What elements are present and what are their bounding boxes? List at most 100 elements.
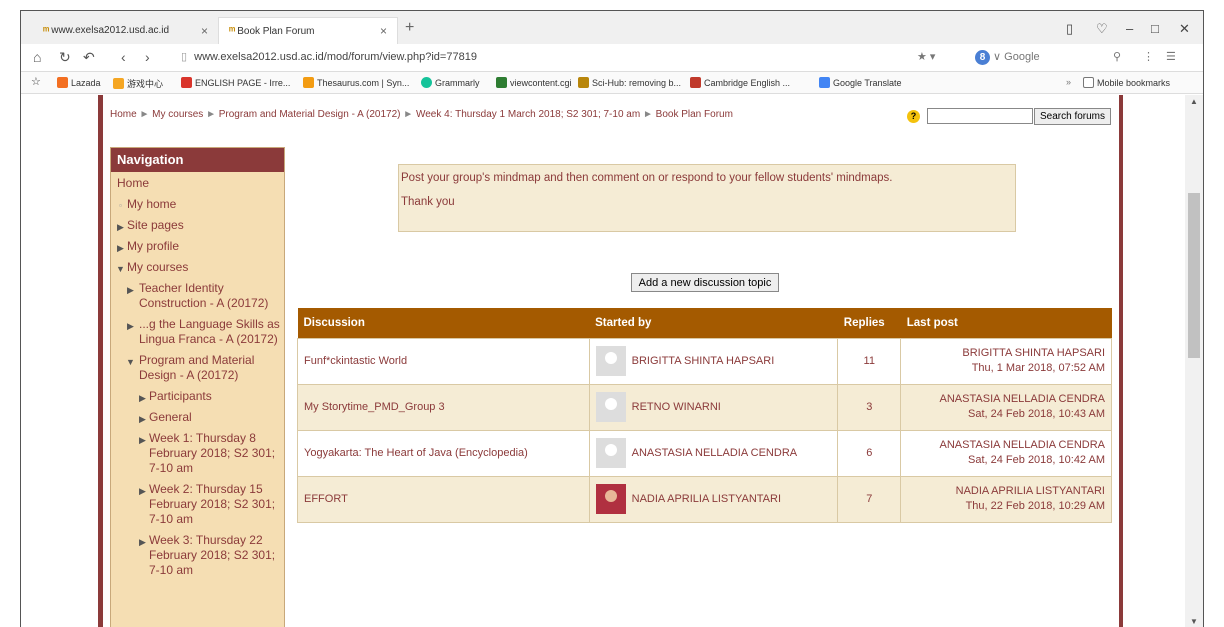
expand-icon: ▶: [139, 537, 146, 547]
started-by-cell: ANASTASIA NELLADIA CENDRA: [588, 429, 839, 477]
avatar[interactable]: [595, 392, 626, 422]
minimize-icon[interactable]: –: [1126, 21, 1133, 36]
url-field[interactable]: ▯ www.exelsa2012.usd.ac.id/mod/forum/vie…: [181, 50, 477, 63]
nav-home[interactable]: Home: [111, 176, 284, 191]
nav-participants[interactable]: ▶ Participants: [111, 389, 284, 404]
nav-course-language-skills[interactable]: ▶ ...g the Language Skills as Lingua Fran…: [111, 317, 284, 347]
search-forums-input[interactable]: [927, 108, 1033, 124]
breadcrumb-course[interactable]: Program and Material Design - A (20172): [219, 109, 401, 120]
shield-icon[interactable]: ♡: [1096, 21, 1108, 37]
mobile-bookmarks[interactable]: Mobile bookmarks: [1083, 77, 1170, 88]
bookmark-thesaurus[interactable]: Thesaurus.com | Syn...: [303, 77, 409, 88]
tab-exelsa[interactable]: ᵐ www.exelsa2012.usd.ac.id ×: [33, 17, 218, 44]
help-icon[interactable]: ?: [907, 110, 920, 123]
refresh-icon[interactable]: ↻: [59, 49, 71, 66]
bookmark-google-translate[interactable]: Google Translate: [819, 77, 902, 88]
author-link[interactable]: RETNO WINARNI: [632, 401, 721, 413]
hamburger-icon[interactable]: ☰: [1166, 50, 1176, 63]
last-post-date[interactable]: Thu, 22 Feb 2018, 10:29 AM: [907, 499, 1105, 514]
nav-week-3[interactable]: ▶ Week 3: Thursday 22 February 2018; S2 3…: [111, 533, 284, 578]
nav-week-label: Week 1: Thursday 8 February 2018; S2 301…: [149, 431, 276, 475]
breadcrumb-my-courses[interactable]: My courses: [152, 109, 203, 120]
scroll-down-icon[interactable]: ▼: [1190, 617, 1198, 626]
avatar[interactable]: [595, 346, 626, 376]
avatar[interactable]: [595, 484, 626, 514]
header-discussion[interactable]: Discussion: [297, 308, 590, 338]
star-icon[interactable]: ★ ▾: [917, 50, 935, 63]
last-post-date[interactable]: Sat, 24 Feb 2018, 10:43 AM: [907, 407, 1105, 422]
bookmark-label: Sci-Hub: removing b...: [592, 77, 682, 88]
close-icon[interactable]: ×: [380, 24, 387, 38]
last-post-date[interactable]: Sat, 24 Feb 2018, 10:42 AM: [907, 453, 1105, 468]
author-link[interactable]: ANASTASIA NELLADIA CENDRA: [632, 447, 797, 459]
discussion-link[interactable]: My Storytime_PMD_Group 3: [297, 383, 590, 431]
breadcrumb-home[interactable]: Home: [110, 109, 137, 120]
discussion-link[interactable]: Funf*ckintastic World: [297, 337, 590, 385]
replies-link[interactable]: 7: [837, 475, 902, 523]
last-post-author[interactable]: ANASTASIA NELLADIA CENDRA: [907, 438, 1105, 453]
add-discussion-button[interactable]: Add a new discussion topic: [631, 273, 779, 292]
scrollbar-thumb[interactable]: [1188, 193, 1200, 358]
nav-course-teacher-identity[interactable]: ▶ Teacher Identity Construction - A (2017…: [111, 281, 284, 311]
tab-bar: ᵐ www.exelsa2012.usd.ac.id × ᵐ Book Plan…: [21, 11, 1203, 44]
header-replies[interactable]: Replies: [837, 308, 901, 338]
bookmark-viewcontent[interactable]: viewcontent.cgi: [496, 77, 572, 88]
nav-general[interactable]: ▶ General: [111, 410, 284, 425]
vertical-scrollbar[interactable]: ▲ ▼: [1185, 95, 1203, 627]
search-forums-button[interactable]: Search forums: [1034, 108, 1111, 125]
discussion-link[interactable]: EFFORT: [297, 475, 590, 523]
bookmark-star-icon[interactable]: ☆: [31, 75, 41, 88]
home-icon[interactable]: ⌂: [33, 49, 41, 65]
back-icon[interactable]: ‹: [121, 49, 126, 65]
expand-icon: ▶: [139, 393, 146, 403]
bookmark-lazada[interactable]: Lazada: [57, 77, 101, 88]
nav-my-home[interactable]: ▫ My home: [111, 197, 284, 212]
more-bookmarks-icon[interactable]: »: [1066, 77, 1071, 87]
restore-icon[interactable]: □: [1151, 21, 1159, 36]
replies-link[interactable]: 3: [837, 383, 902, 431]
last-post-author[interactable]: ANASTASIA NELLADIA CENDRA: [907, 392, 1105, 407]
header-started-by[interactable]: Started by: [589, 308, 838, 338]
nav-my-profile[interactable]: ▶ My profile: [111, 239, 284, 254]
nav-my-courses[interactable]: ▼ My courses: [111, 260, 284, 275]
scroll-up-icon[interactable]: ▲: [1190, 97, 1198, 106]
replies-link[interactable]: 6: [837, 429, 902, 477]
bookmark-english-page[interactable]: ENGLISH PAGE - Irre...: [181, 77, 290, 88]
forum-intro: Post your group's mindmap and then comme…: [398, 164, 1016, 232]
mobile-bookmarks-label: Mobile bookmarks: [1097, 77, 1171, 88]
last-post-author[interactable]: BRIGITTA SHINTA HAPSARI: [907, 346, 1105, 361]
bookmark-grammarly[interactable]: Grammarly: [421, 77, 480, 88]
close-window-icon[interactable]: ✕: [1179, 21, 1190, 37]
header-last-post[interactable]: Last post: [900, 308, 1112, 338]
close-icon[interactable]: ×: [201, 24, 208, 38]
nav-week-2[interactable]: ▶ Week 2: Thursday 15 February 2018; S2 3…: [111, 482, 284, 527]
bookmark-game[interactable]: 游戏中心: [113, 77, 163, 90]
search-icon[interactable]: ⚲: [1113, 50, 1121, 63]
forward-icon[interactable]: ›: [145, 49, 150, 65]
browser-window: ᵐ www.exelsa2012.usd.ac.id × ᵐ Book Plan…: [20, 10, 1204, 627]
nav-week-label: Week 2: Thursday 15 February 2018; S2 30…: [149, 482, 276, 526]
nav-week-1[interactable]: ▶ Week 1: Thursday 8 February 2018; S2 30…: [111, 431, 284, 476]
author-link[interactable]: BRIGITTA SHINTA HAPSARI: [632, 355, 775, 367]
undo-icon[interactable]: ↶: [83, 49, 95, 66]
nav-site-pages[interactable]: ▶ Site pages: [111, 218, 284, 233]
nav-course-program-material[interactable]: ▼ Program and Material Design - A (20172): [111, 353, 284, 383]
bookmark-scihub[interactable]: Sci-Hub: removing b...: [578, 77, 681, 88]
bookmark-label: Cambridge English ...: [704, 77, 791, 88]
breadcrumb-week[interactable]: Week 4: Thursday 1 March 2018; S2 301; 7…: [416, 109, 640, 120]
new-tab-icon[interactable]: +: [405, 19, 414, 37]
tab-book-plan-forum[interactable]: ᵐ Book Plan Forum ×: [218, 17, 398, 44]
bookmark-cambridge[interactable]: Cambridge English ...: [690, 77, 790, 88]
discussion-link[interactable]: Yogyakarta: The Heart of Java (Encyclope…: [297, 429, 590, 477]
search-engine[interactable]: 8 ∨ Google: [975, 50, 1040, 65]
replies-link[interactable]: 11: [837, 337, 902, 385]
last-post-date[interactable]: Thu, 1 Mar 2018, 07:52 AM: [907, 361, 1105, 376]
avatar[interactable]: [595, 438, 626, 468]
breadcrumb-forum[interactable]: Book Plan Forum: [656, 109, 733, 120]
layout-icon[interactable]: ▯: [1066, 21, 1073, 37]
author-link[interactable]: NADIA APRILIA LISTYANTARI: [632, 493, 781, 505]
table-row: Yogyakarta: The Heart of Java (Encyclope…: [297, 429, 1112, 477]
menu-dots-icon[interactable]: ⋮: [1143, 50, 1154, 63]
last-post-author[interactable]: NADIA APRILIA LISTYANTARI: [907, 484, 1105, 499]
address-bar: ⌂ ↻ ↶ ‹ › ▯ www.exelsa2012.usd.ac.id/mod…: [21, 44, 1203, 72]
